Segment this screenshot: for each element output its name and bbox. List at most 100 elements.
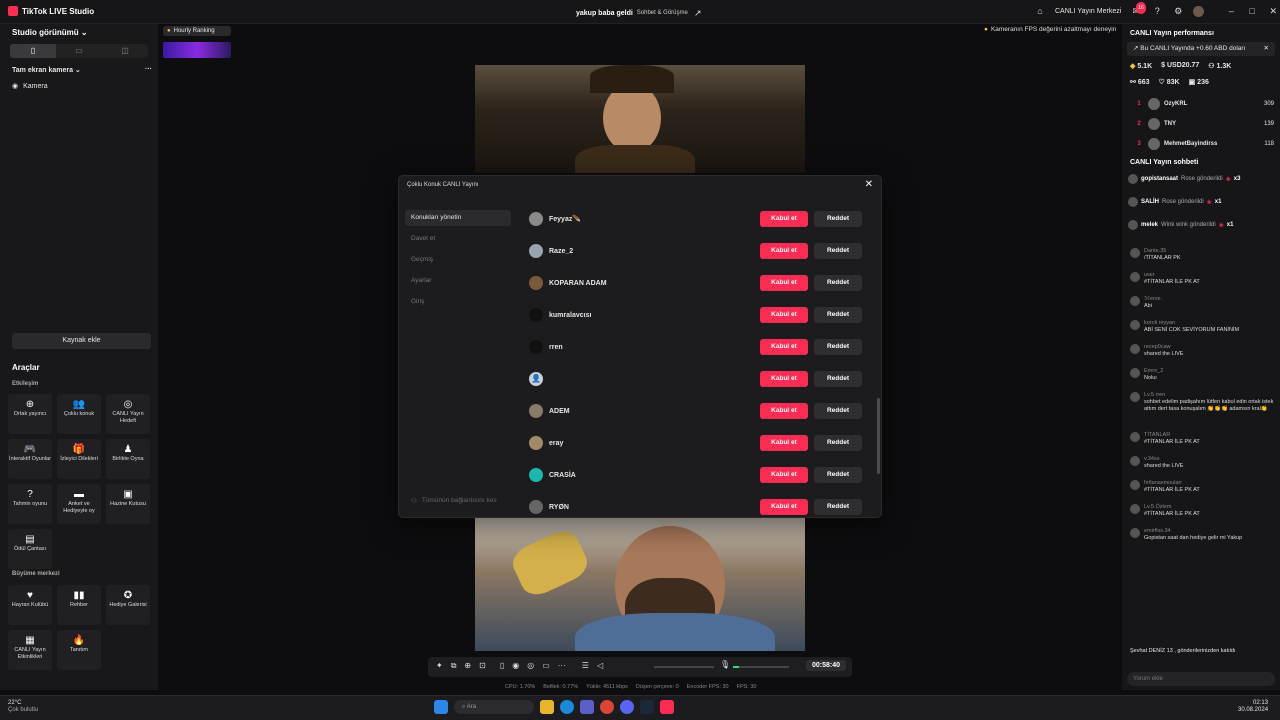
reject-button[interactable]: Reddet (814, 371, 862, 387)
phone-icon[interactable]: ▯ (500, 661, 504, 671)
stream-header: yakup baba geldi Sohbet & Görüşme ↗ (576, 7, 704, 19)
tool-tile-poll[interactable]: ▬ Anket ve Hediyeyle oy (57, 484, 101, 524)
speaker-icon[interactable]: ◁ (597, 661, 603, 671)
accept-button[interactable]: Kabul et (760, 467, 808, 483)
reject-button[interactable]: Reddet (814, 307, 862, 323)
accept-button[interactable]: Kabul et (760, 243, 808, 259)
accept-button[interactable]: Kabul et (760, 211, 808, 227)
windows-start-icon[interactable] (434, 700, 448, 714)
tool-tile-fan-club[interactable]: ♥ Hayran Kulübü (8, 585, 52, 625)
accept-button[interactable]: Kabul et (760, 307, 808, 323)
tool-tile-live-goal[interactable]: ◎ CANLI Yayın Hedefi (106, 394, 150, 434)
live-center-link[interactable]: CANLI Yayın Merkezi (1055, 8, 1121, 15)
volume-slider[interactable] (654, 666, 714, 668)
growth-heading: Büyüme merkezi (12, 571, 60, 577)
guest-name: eray (549, 439, 564, 447)
record-icon[interactable]: ◉ (512, 661, 519, 671)
ranking-row[interactable]: 3 MehmetBayindirss 118 (1130, 134, 1274, 154)
reject-button[interactable]: Reddet (814, 211, 862, 227)
source-camera[interactable]: ◉ Kamera (12, 82, 48, 91)
tool-tile-prediction[interactable]: ? Tahmin oyunu (8, 484, 52, 524)
gift-row: gopistansaat Rose gönderildi ❀ x3 (1128, 174, 1274, 184)
scene-selector[interactable]: Tam ekran kamera ⌄ ··· (12, 66, 152, 74)
settings-icon[interactable]: ⚙ (1172, 5, 1184, 17)
modal-nav-item[interactable]: Giriş (405, 294, 511, 310)
teams-icon[interactable] (580, 700, 594, 714)
maximize-icon[interactable]: □ (1246, 5, 1258, 17)
accept-button[interactable]: Kabul et (760, 275, 808, 291)
steam-icon[interactable] (640, 700, 654, 714)
tool-tile-live-events[interactable]: ▦ CANLI Yayın Etkinlikleri (8, 630, 52, 670)
effects-icon[interactable]: ✦ (436, 661, 443, 671)
reject-button[interactable]: Reddet (814, 435, 862, 451)
minimize-icon[interactable]: – (1225, 5, 1237, 17)
modal-close-icon[interactable]: ✕ (865, 179, 873, 190)
disconnect-all-button[interactable]: ⚇ Tümünün bağlantısını kes (411, 497, 497, 505)
tool-tile-treasure-box[interactable]: ▣ Hazine Kutusu (106, 484, 150, 524)
hourly-ranking-chip[interactable]: ● Hourly Ranking (163, 26, 231, 36)
accept-button[interactable]: Kabul et (760, 499, 808, 515)
help-icon[interactable]: ? (1151, 5, 1163, 17)
tool-tile-gift-gallery[interactable]: ✪ Hediye Galerisi (106, 585, 150, 625)
tool-tile-play-together[interactable]: ♟ Birlikte Oyna (106, 439, 150, 479)
mixer-icon[interactable]: ☰ (582, 661, 589, 671)
accept-button[interactable]: Kabul et (760, 435, 808, 451)
reject-button[interactable]: Reddet (814, 275, 862, 291)
viewer-wishes-icon: 🎁 (72, 444, 86, 455)
tool-tile-guide[interactable]: ▮▮ Rehber (57, 585, 101, 625)
mic-level-slider[interactable] (733, 666, 789, 668)
comment-input[interactable]: Yorum ekle (1127, 672, 1275, 686)
close-icon[interactable]: ✕ (1264, 42, 1269, 56)
reject-button[interactable]: Reddet (814, 467, 862, 483)
reject-button[interactable]: Reddet (814, 499, 862, 515)
tool-tile-interactive-games[interactable]: 🎮 İnteraktif Oyunlar (8, 439, 52, 479)
tools-heading: Araçlar (12, 363, 40, 372)
tool-tile-promote[interactable]: 🔥 Tanıtım (57, 630, 101, 670)
event-banner[interactable] (163, 42, 231, 58)
accept-button[interactable]: Kabul et (760, 339, 808, 355)
modal-nav-item[interactable]: Ayarlar (405, 273, 511, 289)
studio-view-dropdown[interactable]: Studio görünümü ⌄ (12, 28, 88, 37)
ranking-row[interactable]: 2 TNY 139 (1130, 114, 1274, 134)
close-icon[interactable]: ✕ (1267, 5, 1279, 17)
reject-button[interactable]: Reddet (814, 243, 862, 259)
video-icon[interactable]: ▭ (542, 661, 550, 671)
clock[interactable]: 02:13 30.08.2024 (1238, 700, 1268, 714)
ranking-row[interactable]: 1 OzyKRL 309 (1130, 94, 1274, 114)
camera-toggle-icon[interactable]: ◎ (527, 661, 534, 671)
weather-widget[interactable]: 22°C Çok bulutlu (8, 700, 38, 714)
modal-nav-item[interactable]: Geçmiş (405, 252, 511, 268)
reject-button[interactable]: Reddet (814, 339, 862, 355)
edge-icon[interactable] (560, 700, 574, 714)
accept-button[interactable]: Kabul et (760, 403, 808, 419)
orientation-toggle[interactable]: ▯ ▭ ◫ (10, 44, 148, 58)
taskbar-search[interactable]: ⌕ Ara (454, 700, 534, 714)
microphone-icon[interactable]: 🎙 (720, 660, 730, 669)
modal-nav-item[interactable]: Davet et (405, 231, 511, 247)
layout-icon[interactable]: ⧉ (451, 661, 457, 671)
scrollbar[interactable] (877, 398, 880, 474)
avatar[interactable] (1193, 5, 1205, 17)
home-icon[interactable]: ⌂ (1034, 5, 1046, 17)
share-icon[interactable]: ↗ (692, 7, 704, 19)
more-options-icon[interactable]: ··· (558, 661, 566, 671)
zoom-icon[interactable]: ⊕ (464, 661, 471, 671)
tool-tile-reward-bag[interactable]: ▤ Ödül Çantası (8, 529, 52, 569)
landscape-icon[interactable]: ▭ (56, 44, 102, 58)
tool-tile-viewer-wishes[interactable]: 🎁 İzleyici Dilekleri (57, 439, 101, 479)
tiktok-taskbar-icon[interactable] (660, 700, 674, 714)
screen-icon[interactable]: ⊡ (479, 661, 486, 671)
accept-button[interactable]: Kabul et (760, 371, 808, 387)
more-icon[interactable]: ··· (145, 66, 152, 74)
tool-tile-cohost[interactable]: ⊕ Ortak yayıncı (8, 394, 52, 434)
add-source-button[interactable]: Kaynak ekle (12, 333, 151, 349)
chrome-icon[interactable] (600, 700, 614, 714)
modal-nav-item[interactable]: Konukları yönetin (405, 210, 511, 226)
portrait-icon[interactable]: ▯ (10, 44, 56, 58)
reject-button[interactable]: Reddet (814, 403, 862, 419)
file-explorer-icon[interactable] (540, 700, 554, 714)
notification-icon[interactable]: ✉16 (1130, 2, 1146, 17)
split-icon[interactable]: ◫ (102, 44, 148, 58)
tool-tile-multi-guest[interactable]: 👥 Çoklu konuk (57, 394, 101, 434)
discord-icon[interactable] (620, 700, 634, 714)
